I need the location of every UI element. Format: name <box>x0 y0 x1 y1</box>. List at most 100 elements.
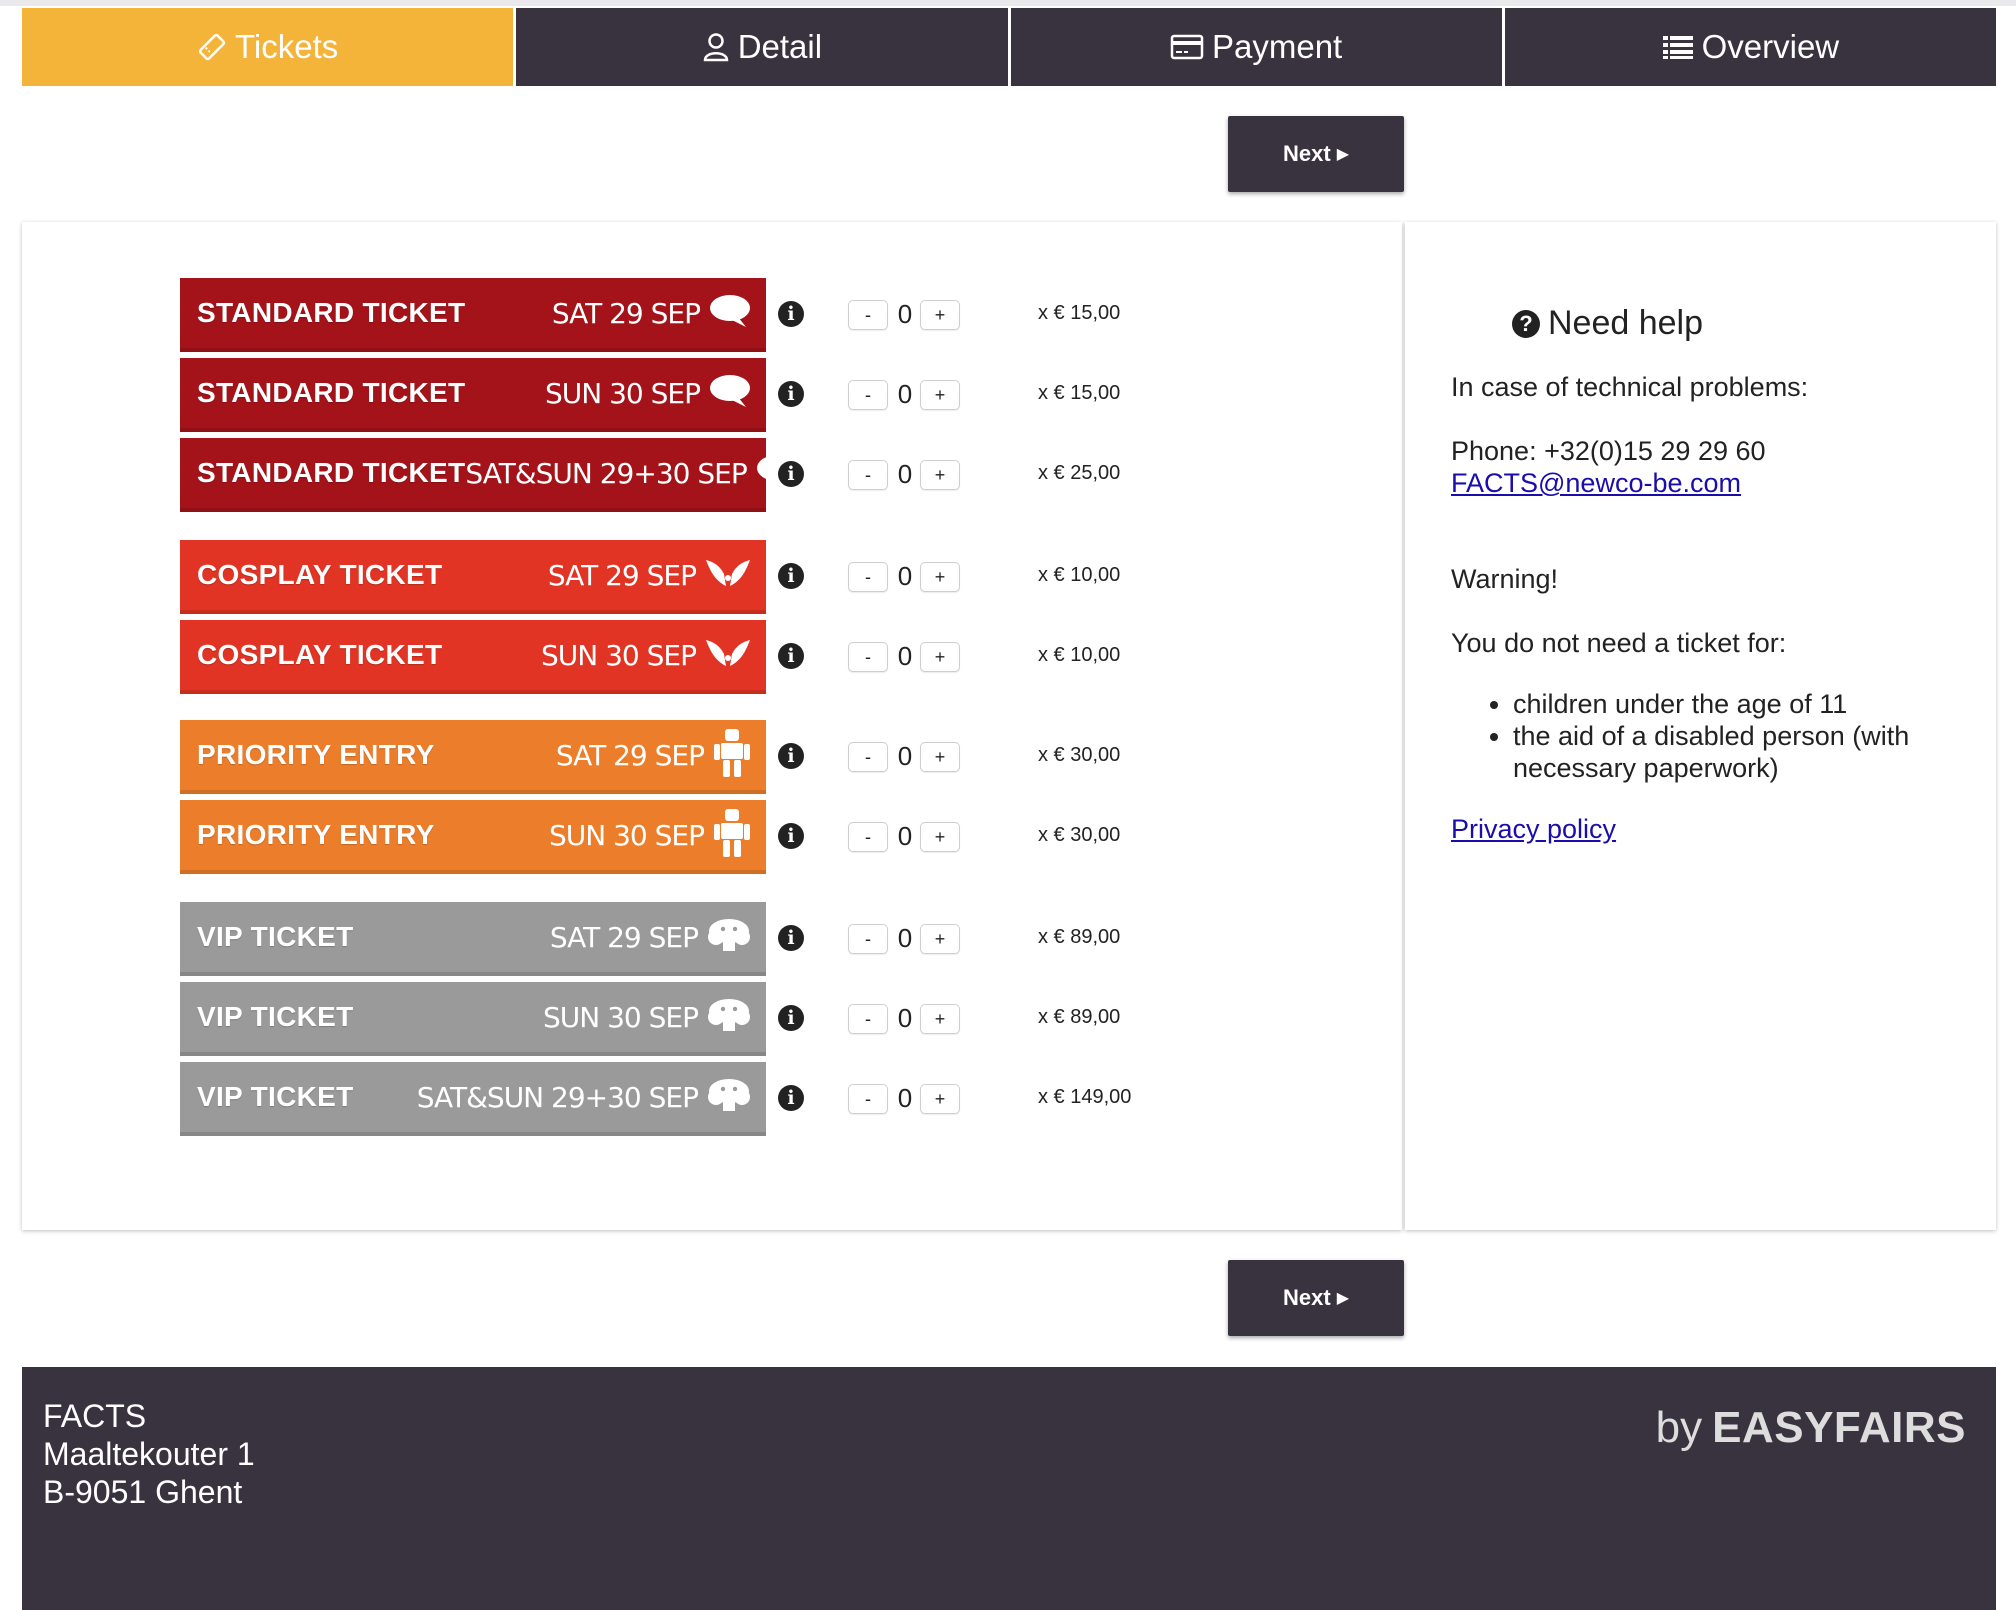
quantity-decrease-button[interactable]: - <box>848 380 888 410</box>
ticket-date: SAT&SUN 29+30 SEP <box>465 456 747 490</box>
ticket-date: SAT 29 SEP <box>551 296 701 330</box>
quantity-increase-button[interactable]: + <box>920 460 960 490</box>
ticket-date-group: SAT&SUN 29+30 SEP <box>465 453 798 494</box>
footer-address: FACTS Maaltekouter 1 B-9051 Ghent <box>43 1397 255 1511</box>
ticket-date: SUN 30 SEP <box>541 638 697 672</box>
ticket-name: PRIORITY ENTRY <box>197 739 435 770</box>
info-icon[interactable]: i <box>778 925 804 951</box>
quantity-decrease-button[interactable]: - <box>848 1084 888 1114</box>
ticket-price: x € 89,00 <box>1038 1006 1121 1028</box>
footer-org: FACTS <box>43 1398 147 1434</box>
info-icon[interactable]: i <box>778 563 804 589</box>
ticket-row: STANDARD TICKET SAT 29 SEP i - + x € 15,00 <box>180 278 1180 352</box>
quantity-input[interactable] <box>890 820 920 852</box>
ticket-banner: COSPLAY TICKET SUN 30 SEP <box>180 620 766 694</box>
robot-icon <box>712 807 752 864</box>
info-icon[interactable]: i <box>778 381 804 407</box>
mushroom-cloud-icon <box>706 917 752 958</box>
ticket-name: COSPLAY TICKET <box>197 639 443 670</box>
ticket-date-group: SUN 30 SEP <box>541 636 752 675</box>
quantity-input[interactable] <box>890 1082 920 1114</box>
quantity-increase-button[interactable]: + <box>920 1004 960 1034</box>
quantity-decrease-button[interactable]: - <box>848 562 888 592</box>
quantity-input[interactable] <box>890 298 920 330</box>
help-panel: ? Need help In case of technical problem… <box>1405 222 1996 1230</box>
speech-bubble-icon <box>708 373 752 414</box>
caret-right-icon: ▶ <box>1336 1290 1349 1307</box>
ticket-row: STANDARD TICKETSAT&SUN 29+30 SEPi-+x € 2… <box>180 438 1180 512</box>
ticket-price: x € 30,00 <box>1038 744 1121 766</box>
quantity-decrease-button[interactable]: - <box>848 300 888 330</box>
next-button-bottom[interactable]: Next ▶ <box>1228 1260 1404 1336</box>
quantity-input[interactable] <box>890 640 920 672</box>
ticket-banner: COSPLAY TICKET SAT 29 SEP <box>180 540 766 614</box>
list-item: the aid of a disabled person (withnecess… <box>1513 720 1909 784</box>
quantity-decrease-button[interactable]: - <box>848 642 888 672</box>
quantity-decrease-button[interactable]: - <box>848 822 888 852</box>
ticket-banner: PRIORITY ENTRY SAT 29 SEP <box>180 720 766 794</box>
ticket-date-group: SUN 30 SEP <box>549 807 752 864</box>
mushroom-cloud-icon <box>706 997 752 1038</box>
quantity-input[interactable] <box>890 922 920 954</box>
tab-label: Overview <box>1701 28 1840 65</box>
info-icon[interactable]: i <box>778 823 804 849</box>
tab-overview[interactable]: Overview <box>1501 8 1996 86</box>
tab-payment[interactable]: Payment <box>1007 8 1502 86</box>
tab-label: Detail <box>737 28 823 65</box>
help-title: ? Need help <box>1512 304 1703 343</box>
quantity-input[interactable] <box>890 1002 920 1034</box>
support-email-link[interactable]: FACTS@newco-be.com <box>1451 468 1741 499</box>
ticket-banner: STANDARD TICKET SAT&SUN 29+30 SEP <box>180 438 797 512</box>
ticket-date: SAT 29 SEP <box>547 558 697 592</box>
quantity-increase-button[interactable]: + <box>920 924 960 954</box>
quantity-increase-button[interactable]: + <box>920 562 960 592</box>
ticket-date-group: SAT 29 SEP <box>556 727 752 784</box>
quantity-decrease-button[interactable]: - <box>848 924 888 954</box>
quantity-decrease-button[interactable]: - <box>848 460 888 490</box>
next-label: Next <box>1283 141 1331 166</box>
info-icon[interactable]: i <box>778 1005 804 1031</box>
ticket-date: SUN 30 SEP <box>543 1000 699 1034</box>
quantity-input[interactable] <box>890 458 920 490</box>
quantity-increase-button[interactable]: + <box>920 380 960 410</box>
quantity-increase-button[interactable]: + <box>920 742 960 772</box>
ticket-name: VIP TICKET <box>197 1081 354 1112</box>
info-icon[interactable]: i <box>778 1085 804 1111</box>
quantity-increase-button[interactable]: + <box>920 822 960 852</box>
quantity-increase-button[interactable]: + <box>920 1084 960 1114</box>
ticket-price: x € 30,00 <box>1038 824 1121 846</box>
tab-tickets[interactable]: Tickets <box>22 8 514 86</box>
tab-detail[interactable]: Detail <box>513 8 1008 86</box>
credit-card-icon <box>1170 34 1204 60</box>
question-circle-icon: ? <box>1512 309 1540 338</box>
ticket-price: x € 15,00 <box>1038 382 1121 404</box>
quantity-input[interactable] <box>890 740 920 772</box>
ticket-date: SUN 30 SEP <box>545 376 701 410</box>
privacy-policy-link[interactable]: Privacy policy <box>1451 814 1616 845</box>
ticket-price: x € 15,00 <box>1038 302 1121 324</box>
quantity-input[interactable] <box>890 560 920 592</box>
step-tabs: Tickets Detail Payment Overview <box>22 8 1996 86</box>
quantity-increase-button[interactable]: + <box>920 642 960 672</box>
next-button-top[interactable]: Next ▶ <box>1228 116 1404 192</box>
quantity-decrease-button[interactable]: - <box>848 742 888 772</box>
list-item-line: the aid of a disabled person (with <box>1513 721 1910 751</box>
ticket-name: STANDARD TICKET <box>197 377 466 408</box>
ticket-row: COSPLAY TICKET SUN 30 SEP i - + x € 10,00 <box>180 620 1180 694</box>
no-ticket-text: You do not need a ticket for: <box>1451 628 1787 658</box>
ticket-banner: PRIORITY ENTRY SUN 30 SEP <box>180 800 766 874</box>
info-icon[interactable]: i <box>778 301 804 327</box>
ticket-row: VIP TICKET SAT&SUN 29+30 SEP i - + x € 149,00 <box>180 1062 1180 1136</box>
info-icon[interactable]: i <box>778 643 804 669</box>
info-icon[interactable]: i <box>778 743 804 769</box>
ticket-row: PRIORITY ENTRY SAT 29 SEP i - + x € 30,00 <box>180 720 1180 794</box>
quantity-decrease-button[interactable]: - <box>848 1004 888 1034</box>
wings-icon <box>704 556 752 595</box>
info-icon[interactable]: i <box>778 461 804 487</box>
next-label: Next <box>1283 1285 1331 1310</box>
quantity-input[interactable] <box>890 378 920 410</box>
quantity-increase-button[interactable]: + <box>920 300 960 330</box>
ticket-date-group: SAT 29 SEP <box>552 293 752 334</box>
exemption-list: children under the age of 11 the aid of … <box>1451 688 1909 784</box>
ticket-date-group: SUN 30 SEP <box>543 997 752 1038</box>
